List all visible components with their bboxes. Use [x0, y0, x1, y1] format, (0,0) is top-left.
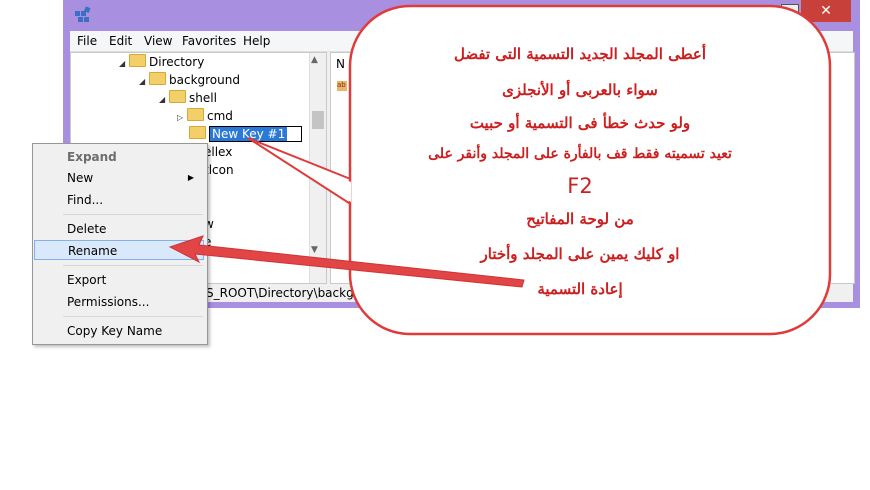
registry-app-icon — [75, 6, 91, 22]
menu-view[interactable]: View — [144, 34, 172, 48]
callout-text-line: تعيد تسميته فقط قف بالفأرة على المجلد وأ… — [428, 146, 732, 162]
folder-icon — [129, 54, 146, 67]
menu-file[interactable]: File — [77, 34, 97, 48]
scroll-down-icon[interactable]: ▼ — [311, 245, 318, 255]
callout-text-line: ولو حدث خطأ فى التسمية أو حبيت — [469, 114, 691, 132]
status-path: S_ROOT\Directory\backgrou — [206, 286, 374, 300]
menu-item-copy-key-name[interactable]: Copy Key Name — [34, 321, 204, 341]
callout-text-line: أعطى المجلد الجديد التسمية التى تفضل — [453, 45, 707, 63]
menu-item-rename[interactable]: Rename — [34, 240, 204, 260]
callout-text-line: إعادة التسمية — [537, 280, 623, 298]
folder-icon — [169, 90, 186, 103]
menu-separator — [63, 265, 203, 266]
scroll-up-icon[interactable]: ▲ — [311, 55, 318, 65]
menu-item-expand[interactable]: Expand — [34, 147, 204, 167]
folder-icon — [149, 72, 166, 85]
submenu-arrow-icon: ▶ — [187, 173, 194, 182]
tree-node-new-key[interactable]: New Key #1 — [189, 125, 303, 143]
collapse-icon[interactable]: ◢ — [119, 55, 129, 73]
menu-item-find[interactable]: Find... — [34, 190, 204, 210]
title-bar[interactable]: ✕ — [63, 0, 860, 30]
menu-item-permissions[interactable]: Permissions... — [34, 292, 204, 312]
column-header-name[interactable]: N — [336, 57, 345, 71]
menu-favorites[interactable]: Favorites — [182, 34, 236, 48]
tree-node-cmd[interactable]: ▷ cmd — [177, 107, 233, 125]
maximize-button[interactable] — [781, 4, 799, 18]
menu-item-new[interactable]: New ▶ — [34, 168, 204, 188]
rename-input[interactable]: New Key #1 — [209, 126, 303, 142]
menu-separator — [63, 316, 203, 317]
menu-item-export[interactable]: Export — [34, 270, 204, 290]
callout-text-line: او كليك يمين على المجلد وأختار — [480, 245, 680, 263]
menu-help[interactable]: Help — [243, 34, 270, 48]
close-icon: ✕ — [820, 3, 832, 19]
menu-separator — [63, 214, 203, 215]
tree-node-partial[interactable]: tlcon — [204, 161, 234, 179]
string-value-icon: ab — [337, 81, 347, 91]
collapse-icon[interactable]: ◢ — [139, 73, 149, 91]
tree-node-shell[interactable]: ◢ shell — [159, 89, 217, 107]
close-button[interactable]: ✕ — [801, 0, 851, 22]
context-menu: Expand New ▶ Find... Delete Rename Expor… — [32, 143, 208, 345]
tree-node-partial[interactable]: ellex — [204, 143, 232, 161]
folder-icon — [189, 126, 206, 139]
callout-text-line: من لوحة المفاتيح — [526, 210, 634, 228]
collapse-icon[interactable]: ◢ — [159, 91, 169, 109]
callout-text-line: سواء بالعربى أو الأنجلزى — [502, 81, 658, 99]
tree-node-background[interactable]: ◢ background — [139, 71, 240, 89]
tree-node-directory[interactable]: ◢ Directory — [119, 53, 204, 71]
expand-icon[interactable]: ▷ — [177, 109, 187, 127]
folder-icon — [187, 108, 204, 121]
tree-scrollbar-thumb[interactable] — [312, 111, 324, 129]
callout-key-f2: F2 — [567, 174, 593, 198]
menu-edit[interactable]: Edit — [109, 34, 132, 48]
menu-item-delete[interactable]: Delete — [34, 219, 204, 239]
